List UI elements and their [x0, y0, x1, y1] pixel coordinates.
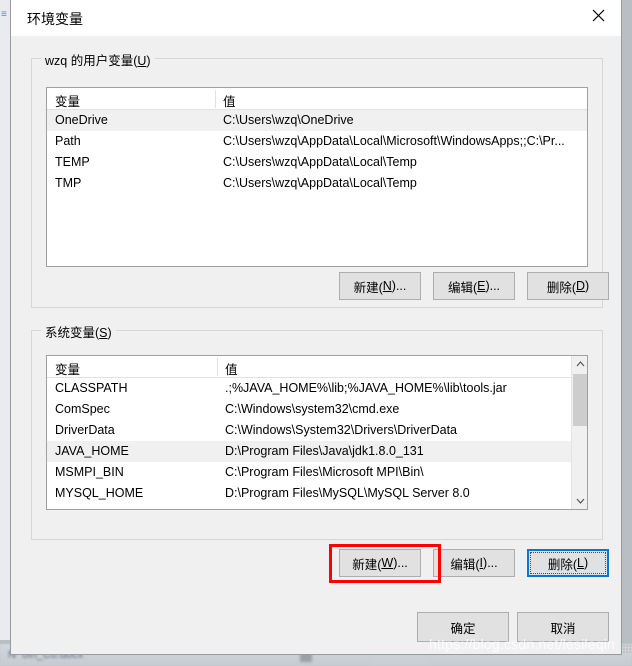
- chevron-down-icon[interactable]: [572, 493, 587, 509]
- system-edit-label-prefix: 编辑(: [450, 557, 480, 572]
- table-row[interactable]: Path C:\Users\wzq\AppData\Local\Microsoft…: [47, 131, 587, 152]
- user-new-accelerator: N: [382, 279, 392, 293]
- user-legend-prefix: wzq 的用户变量(: [45, 54, 138, 68]
- table-row[interactable]: MSMPI_BIN C:\Program Files\Microsoft MPI\…: [47, 462, 587, 483]
- variable-value-cell: C:\Users\wzq\AppData\Local\Temp: [223, 176, 417, 190]
- system-new-accelerator: W: [381, 556, 394, 570]
- user-delete-label-suffix: ): [585, 279, 590, 293]
- table-row[interactable]: DriverData C:\Windows\System32\Drivers\Dr…: [47, 420, 587, 441]
- system-new-label-prefix: 新建(: [352, 557, 382, 572]
- system-delete-label-prefix: 删除(: [547, 557, 578, 572]
- variable-name-cell: TEMP: [55, 155, 90, 169]
- user-delete-accelerator: D: [575, 279, 586, 293]
- system-column-header-variable: 变量: [55, 363, 81, 377]
- user-column-header-variable: 变量: [55, 95, 81, 109]
- user-edit-accelerator: E: [477, 279, 486, 293]
- variable-value-cell: C:\Users\wzq\AppData\Local\Microsoft\Win…: [223, 134, 565, 148]
- variable-value-cell: C:\Users\wzq\OneDrive: [223, 113, 354, 127]
- user-variables-group: wzq 的用户变量(U) 变量 值 OneDrive C:\Users\wzq\O…: [31, 50, 603, 308]
- variable-name-cell: NUMBER_OF_PROCESSORS: [55, 504, 229, 509]
- user-new-label-suffix: )...: [391, 279, 407, 293]
- watermark-dots-icon: [623, 645, 632, 654]
- table-row[interactable]: NUMBER_OF_PROCESSORS4: [47, 504, 587, 509]
- user-edit-label-prefix: 编辑(: [447, 280, 478, 295]
- variable-value-cell: 4: [225, 504, 232, 509]
- variable-name-cell: DriverData: [55, 423, 115, 437]
- user-variables-list[interactable]: 变量 值 OneDrive C:\Users\wzq\OneDrive Path C:…: [46, 87, 588, 267]
- chevron-up-icon[interactable]: [572, 356, 587, 372]
- variable-value-cell: C:\Users\wzq\AppData\Local\Temp: [223, 155, 417, 169]
- system-legend-suffix: ): [107, 326, 112, 340]
- system-new-button[interactable]: 新建(W)...: [339, 549, 421, 577]
- table-row[interactable]: ComSpec C:\Windows\system32\cmd.exe: [47, 399, 587, 420]
- variable-value-cell: C:\Windows\system32\cmd.exe: [225, 402, 400, 416]
- table-row[interactable]: CLASSPATH .;%JAVA_HOME%\lib;%JAVA_HOME%\l…: [47, 378, 587, 399]
- title-bar: 环境变量: [11, 0, 621, 36]
- variable-name-cell: Path: [55, 134, 81, 148]
- system-list-rows: CLASSPATH .;%JAVA_HOME%\lib;%JAVA_HOME%\l…: [47, 378, 587, 509]
- variable-value-cell: .;%JAVA_HOME%\lib;%JAVA_HOME%\lib\tools.…: [225, 381, 507, 395]
- user-legend-suffix: ): [146, 54, 151, 68]
- user-new-label-prefix: 新建(: [353, 280, 383, 295]
- system-list-scrollbar[interactable]: [571, 356, 587, 509]
- footer-divider: [11, 600, 621, 601]
- user-edit-button[interactable]: 编辑(E)...: [433, 272, 515, 300]
- system-list-header: 变量 值: [47, 356, 587, 378]
- user-delete-button[interactable]: 删除(D): [527, 272, 609, 300]
- system-variables-group: 系统变量(S) 变量 值 CLASSPATH .;%JAVA_HOME%\lib;…: [31, 322, 603, 540]
- user-column-header-value: 值: [223, 95, 236, 109]
- system-edit-label-suffix: )...: [483, 556, 498, 570]
- background-window-icon: ≡: [1, 9, 7, 20]
- scrollbar-thumb[interactable]: [573, 374, 587, 426]
- variable-name-cell: TMP: [55, 176, 82, 190]
- table-row[interactable]: MYSQL_HOME D:\Program Files\MySQL\MySQL S…: [47, 483, 587, 504]
- variable-name-cell: CLASSPATH: [55, 381, 128, 395]
- system-legend-accelerator: S: [99, 326, 108, 340]
- watermark-text: https://blog.csdn.net/lesileqin: [429, 636, 615, 652]
- system-variables-list[interactable]: 变量 值 CLASSPATH .;%JAVA_HOME%\lib;%JAVA_HO…: [46, 355, 588, 510]
- system-legend-prefix: 系统变量(: [45, 326, 100, 340]
- environment-variables-dialog: 环境变量 wzq 的用户变量(U) 变量 值 OneDrive C:\Users\…: [10, 0, 631, 655]
- close-icon[interactable]: [575, 0, 621, 30]
- user-edit-label-suffix: )...: [485, 279, 501, 293]
- user-new-button[interactable]: 新建(N)...: [339, 272, 421, 300]
- variable-value-cell: D:\Program Files\MySQL\MySQL Server 8.0: [225, 486, 470, 500]
- table-row[interactable]: TEMP C:\Users\wzq\AppData\Local\Temp: [47, 152, 587, 173]
- user-list-header: 变量 值: [47, 88, 587, 110]
- variable-name-cell: JAVA_HOME: [55, 444, 129, 458]
- table-row[interactable]: OneDrive C:\Users\wzq\OneDrive: [47, 110, 587, 131]
- user-variables-legend: wzq 的用户变量(U): [41, 50, 155, 69]
- user-list-rows: OneDrive C:\Users\wzq\OneDrive Path C:\User…: [47, 110, 587, 194]
- variable-name-cell: MYSQL_HOME: [55, 486, 144, 500]
- system-edit-button[interactable]: 编辑(I)...: [433, 549, 515, 577]
- system-header-divider: [217, 358, 218, 376]
- system-new-label-suffix: )...: [393, 556, 408, 570]
- variable-value-cell: C:\Program Files\Microsoft MPI\Bin\: [225, 465, 424, 479]
- system-column-header-value: 值: [225, 363, 238, 377]
- variable-value-cell: C:\Windows\System32\Drivers\DriverData: [225, 423, 457, 437]
- variable-name-cell: OneDrive: [55, 113, 108, 127]
- page-title: 环境变量: [27, 11, 83, 27]
- variable-name-cell: MSMPI_BIN: [55, 465, 124, 479]
- system-delete-button[interactable]: 删除(L): [527, 549, 609, 577]
- variable-value-cell: D:\Program Files\Java\jdk1.8.0_131: [225, 444, 424, 458]
- system-delete-accelerator: L: [577, 556, 584, 570]
- system-delete-label-suffix: ): [583, 556, 589, 570]
- user-delete-label-prefix: 删除(: [546, 280, 576, 295]
- variable-name-cell: ComSpec: [55, 402, 110, 416]
- table-row[interactable]: JAVA_HOME D:\Program Files\Java\jdk1.8.0_…: [47, 441, 587, 462]
- user-header-divider: [215, 90, 216, 108]
- table-row[interactable]: TMP C:\Users\wzq\AppData\Local\Temp: [47, 173, 587, 194]
- system-variables-legend: 系统变量(S): [41, 322, 116, 341]
